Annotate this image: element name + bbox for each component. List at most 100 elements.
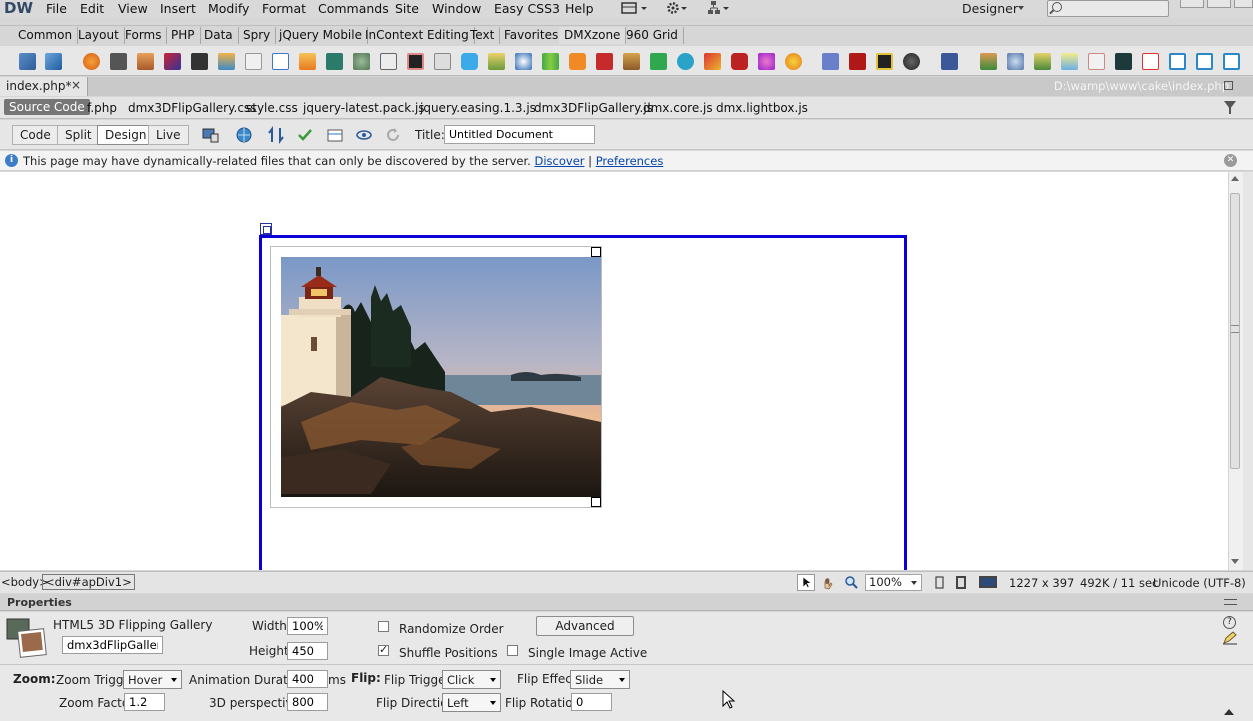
- related-file[interactable]: f.php: [87, 101, 117, 115]
- insert-3d-icon[interactable]: [704, 53, 721, 70]
- menu-window[interactable]: Window: [432, 1, 481, 16]
- insert-photo-icon[interactable]: [164, 53, 181, 70]
- insert-note-icon[interactable]: [488, 53, 505, 70]
- tab-spry[interactable]: Spry: [238, 27, 277, 44]
- related-file[interactable]: dmx.lightbox.js: [716, 101, 808, 115]
- maximize-button[interactable]: [1207, 0, 1231, 8]
- twitter-icon[interactable]: [461, 53, 478, 70]
- related-file[interactable]: dmx3DFlipGallery.js: [534, 101, 653, 115]
- menu-help[interactable]: Help: [565, 1, 594, 16]
- insert-chart-icon[interactable]: [542, 53, 559, 70]
- advanced-button[interactable]: Advanced: [536, 616, 634, 636]
- visual-aids-icon[interactable]: [326, 126, 344, 144]
- discover-link[interactable]: Discover: [534, 154, 584, 168]
- insert-headset-icon[interactable]: [903, 53, 920, 70]
- zoom-trigger-select[interactable]: Hover: [123, 670, 182, 689]
- workspace-switcher[interactable]: Designer: [962, 1, 1018, 16]
- insert-arrows-icon[interactable]: [980, 53, 997, 70]
- tab-text[interactable]: Text: [465, 27, 501, 44]
- insert-car-icon[interactable]: [731, 53, 748, 70]
- insert-flower-icon[interactable]: [758, 53, 775, 70]
- gallery-id-input[interactable]: [62, 636, 163, 654]
- insert-box-icon[interactable]: [137, 53, 154, 70]
- menu-insert[interactable]: Insert: [160, 1, 196, 16]
- insert-pie-icon[interactable]: [785, 53, 802, 70]
- insert-checklist-icon[interactable]: [1142, 53, 1159, 70]
- scroll-up-icon[interactable]: [1231, 176, 1239, 181]
- chevron-down-icon[interactable]: [1018, 6, 1024, 10]
- tab-dmxzone[interactable]: DMXzone: [559, 27, 627, 44]
- insert-media-icon[interactable]: [849, 53, 866, 70]
- insert-gear-icon[interactable]: [353, 53, 370, 70]
- related-file[interactable]: jquery-latest.pack.js: [303, 101, 425, 115]
- multiscreen-icon[interactable]: [202, 126, 220, 144]
- menu-view[interactable]: View: [118, 1, 148, 16]
- window-size[interactable]: 1227 x 397: [1009, 576, 1074, 590]
- insert-swirl-icon[interactable]: [1007, 53, 1024, 70]
- insert-seo-icon[interactable]: [596, 53, 613, 70]
- resize-handle[interactable]: [591, 497, 601, 507]
- tab-960-grid[interactable]: 960 Grid: [621, 27, 684, 44]
- 3d-perspective-input[interactable]: [287, 693, 328, 711]
- insert-grid-icon[interactable]: [1196, 53, 1213, 70]
- design-view-button[interactable]: Design: [97, 125, 155, 145]
- insert-bookmark-icon[interactable]: [1088, 53, 1105, 70]
- tab-data[interactable]: Data: [199, 27, 239, 44]
- insert-page-icon[interactable]: [245, 53, 262, 70]
- menu-edit[interactable]: Edit: [80, 1, 104, 16]
- facebook-icon[interactable]: [941, 53, 958, 70]
- file-management-icon[interactable]: [267, 126, 285, 144]
- width-input[interactable]: [287, 617, 328, 635]
- live-view-button[interactable]: Live: [148, 125, 189, 145]
- close-tab-icon[interactable]: ×: [71, 78, 81, 92]
- desktop-size-icon[interactable]: [977, 574, 999, 591]
- panel-menu-icon[interactable]: [1224, 599, 1237, 605]
- design-view-canvas[interactable]: [0, 172, 1228, 570]
- related-file[interactable]: style.css: [246, 101, 298, 115]
- menu-site[interactable]: Site: [395, 1, 419, 16]
- info-circle-icon[interactable]: [677, 53, 694, 70]
- menu-commands[interactable]: Commands: [318, 1, 389, 16]
- animation-duration-input[interactable]: [287, 670, 328, 688]
- zoom-tool-icon[interactable]: [842, 574, 860, 591]
- refresh-icon[interactable]: [384, 126, 402, 144]
- chevron-down-icon[interactable]: [911, 581, 917, 585]
- help-search-input[interactable]: [1047, 0, 1169, 17]
- insert-table-icon[interactable]: [434, 53, 451, 70]
- rss-icon[interactable]: [569, 53, 586, 70]
- insert-code-icon[interactable]: [1115, 53, 1132, 70]
- tab-forms[interactable]: Forms: [120, 27, 168, 44]
- insert-edit-icon[interactable]: [1034, 53, 1051, 70]
- mobile-size-icon[interactable]: [930, 574, 948, 591]
- document-tab[interactable]: index.php* ×: [0, 77, 88, 96]
- tab-incontext-editing[interactable]: InContext Editing: [360, 27, 475, 44]
- flip-effect-select[interactable]: Slide: [570, 670, 630, 689]
- shuffle-positions-checkbox[interactable]: [378, 643, 389, 656]
- insert-green-icon[interactable]: [650, 53, 667, 70]
- insert-dialog-icon[interactable]: [272, 53, 289, 70]
- extend-gear-icon[interactable]: [665, 0, 689, 16]
- help-icon[interactable]: ?: [1223, 616, 1236, 629]
- hand-tool-icon[interactable]: [820, 574, 838, 591]
- menu-modify[interactable]: Modify: [208, 1, 249, 16]
- insert-frame-icon[interactable]: [380, 53, 397, 70]
- tablet-size-icon[interactable]: [952, 574, 970, 591]
- insert-flash-icon[interactable]: [83, 53, 100, 70]
- menu-file[interactable]: File: [46, 1, 67, 16]
- tab-favorites[interactable]: Favorites: [499, 27, 565, 44]
- randomize-order-checkbox[interactable]: [378, 621, 389, 632]
- tab-jquery-mobile[interactable]: jQuery Mobile: [274, 27, 368, 44]
- insert-network-icon[interactable]: [822, 53, 839, 70]
- related-file[interactable]: dmx3DFlipGallery.css: [128, 101, 256, 115]
- height-input[interactable]: [287, 642, 328, 660]
- insert-layout-icon[interactable]: [1223, 53, 1240, 70]
- insert-layers-icon[interactable]: [218, 53, 235, 70]
- live-code-icon[interactable]: [355, 126, 373, 144]
- preferences-link[interactable]: Preferences: [596, 154, 664, 168]
- restore-icon[interactable]: [1224, 81, 1233, 90]
- menu-easy-css3[interactable]: Easy CSS3: [494, 1, 560, 16]
- document-title-input[interactable]: [444, 125, 595, 144]
- insert-film-icon[interactable]: [191, 53, 208, 70]
- insert-gallery-icon[interactable]: [623, 53, 640, 70]
- validate-markup-icon[interactable]: [297, 126, 315, 144]
